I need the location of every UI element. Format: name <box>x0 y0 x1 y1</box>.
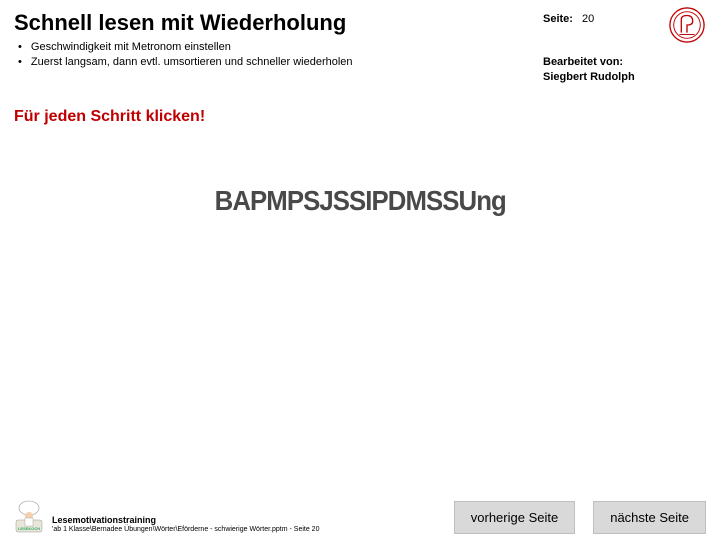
stamp-logo-icon <box>668 6 706 44</box>
stacked-word-overlay[interactable]: BAPMPSJSSIPDMSSUng <box>0 185 720 217</box>
footer-path: 'ab 1 Klasse\Bernadee Übungen\Wörter\Efö… <box>52 526 319 534</box>
footer-left: LESEKOCH Lesemotivationstraining 'ab 1 K… <box>14 498 454 534</box>
page-number: 20 <box>582 13 594 25</box>
nav-buttons: vorherige Seite nächste Seite <box>454 501 706 534</box>
editor-name: Siegbert Rudolph <box>543 71 635 83</box>
prev-page-button[interactable]: vorherige Seite <box>454 501 575 534</box>
subheader[interactable]: Für jeden Schritt klicken! <box>14 108 205 126</box>
meta-block: Seite: 20 Bearbeitet von: Siegbert Rudol… <box>543 12 658 85</box>
edited-by-label: Bearbeitet von: <box>543 55 658 70</box>
chef-logo-icon: LESEKOCH <box>14 498 44 534</box>
footer-title: Lesemotivationstraining <box>52 515 319 526</box>
svg-text:LESEKOCH: LESEKOCH <box>18 526 40 531</box>
next-page-button[interactable]: nächste Seite <box>593 501 706 534</box>
page-label: Seite: <box>543 13 573 25</box>
